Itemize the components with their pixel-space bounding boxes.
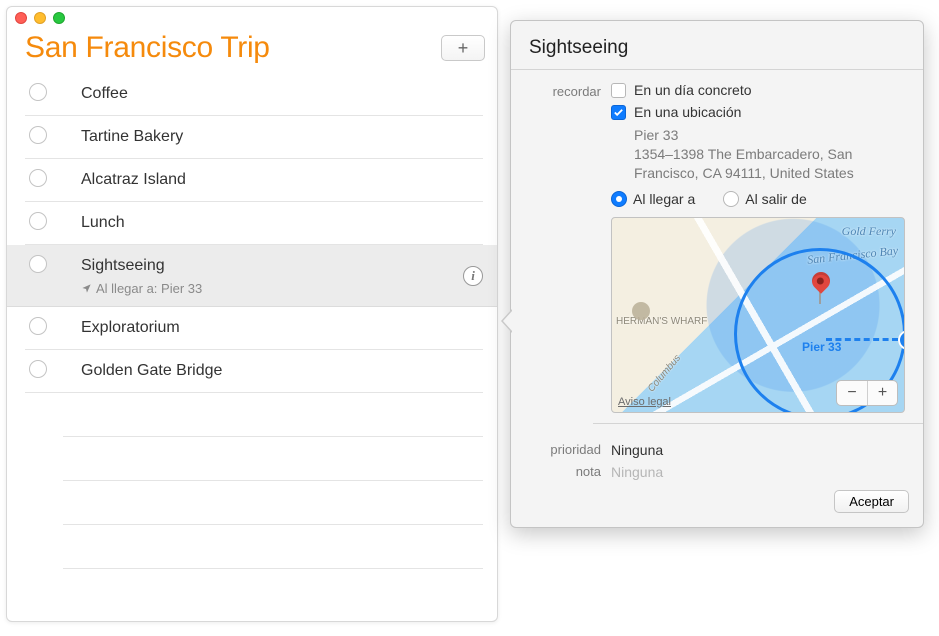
map-legal-link[interactable]: Aviso legal [618,396,671,408]
checkbox-icon[interactable] [611,105,626,120]
radio-on-leave-label: Al salir de [745,191,806,207]
reminder-label: Coffee [81,73,483,115]
empty-row [63,481,483,525]
location-name: Pier 33 [634,126,905,145]
reminder-row[interactable]: Golden Gate Bridge [25,350,483,393]
popover-title: Sightseeing [511,21,923,69]
accept-button[interactable]: Aceptar [834,490,909,513]
info-icon[interactable]: i [463,266,483,286]
remind-at-location-label: En una ubicación [634,104,741,120]
window-zoom-button[interactable] [53,12,65,24]
priority-label: prioridad [529,442,611,457]
location-arrow-icon [81,283,92,294]
map-zoom-controls: − + [836,380,898,406]
geofence-trigger-group: Al llegar a Al salir de [611,191,905,207]
window-titlebar [7,7,497,29]
checkbox-icon[interactable] [611,83,626,98]
reminder-sublabel-text: Al llegar a: Pier 33 [96,281,202,296]
reminder-sublabel: Al llegar a: Pier 33 [81,281,497,296]
map-label-neighborhood: HERMAN'S WHARF [616,316,707,327]
remind-section: recordar En un día concreto En una ubica… [529,82,905,434]
list-header: San Francisco Trip + [7,29,497,69]
radio-icon [723,191,739,207]
remind-on-day-label: En un día concreto [634,82,752,98]
window-minimize-button[interactable] [34,12,46,24]
complete-checkbox[interactable] [29,255,47,273]
reminder-row-selected[interactable]: Sightseeing Al llegar a: Pier 33 i [7,245,497,307]
reminder-row[interactable]: Exploratorium [25,307,483,350]
divider [593,423,923,424]
radio-on-leave[interactable]: Al salir de [723,191,806,207]
map-zoom-out-button[interactable]: − [837,381,867,405]
empty-row [63,525,483,569]
complete-checkbox[interactable] [29,212,47,230]
note-label: nota [529,464,611,479]
reminder-label: Tartine Bakery [81,116,483,158]
priority-row[interactable]: prioridad Ninguna [529,442,905,458]
complete-checkbox[interactable] [29,360,47,378]
reminder-label: Lunch [81,202,483,244]
note-row[interactable]: nota Ninguna [529,464,905,480]
location-address-text: 1354–1398 The Embarcadero, San Francisco… [634,145,905,183]
empty-row [63,393,483,437]
remind-label: recordar [529,82,611,99]
reminder-row[interactable]: Alcatraz Island [25,159,483,202]
reminder-row[interactable]: Tartine Bakery [25,116,483,159]
map-pin-label: Pier 33 [802,340,841,354]
reminder-label: Exploratorium [81,307,483,349]
reminders-window: San Francisco Trip + Coffee Tartine Bake… [6,6,498,622]
popover-footer: Aceptar [511,486,923,527]
map-label-ferry: Gold Ferry [842,224,896,239]
radio-icon [611,191,627,207]
reminder-row[interactable]: Lunch [25,202,483,245]
radio-on-arrive-label: Al llegar a [633,191,695,207]
reminders-list: Coffee Tartine Bakery Alcatraz Island Lu… [7,69,497,569]
complete-checkbox[interactable] [29,83,47,101]
empty-row [63,437,483,481]
complete-checkbox[interactable] [29,126,47,144]
location-address: Pier 33 1354–1398 The Embarcadero, San F… [634,126,905,183]
map-poi-icon [632,302,650,320]
reminder-row[interactable]: Coffee [25,73,483,116]
priority-value[interactable]: Ninguna [611,442,663,458]
map-zoom-in-button[interactable]: + [867,381,897,405]
location-map[interactable]: Gold Ferry San Francisco Bay HERMAN'S WH… [611,217,905,413]
reminder-label: Golden Gate Bridge [81,350,483,392]
window-close-button[interactable] [15,12,27,24]
list-title: San Francisco Trip [25,31,441,65]
radio-on-arrive[interactable]: Al llegar a [611,191,695,207]
reminder-detail-popover: Sightseeing recordar En un día concreto … [510,20,924,528]
remind-at-location-option[interactable]: En una ubicación [611,104,905,120]
complete-checkbox[interactable] [29,317,47,335]
complete-checkbox[interactable] [29,169,47,187]
remind-on-day-option[interactable]: En un día concreto [611,82,905,98]
add-reminder-button[interactable]: + [441,35,485,61]
note-field[interactable]: Ninguna [611,464,663,480]
reminder-label: Alcatraz Island [81,159,483,201]
popover-body: recordar En un día concreto En una ubica… [511,70,923,480]
